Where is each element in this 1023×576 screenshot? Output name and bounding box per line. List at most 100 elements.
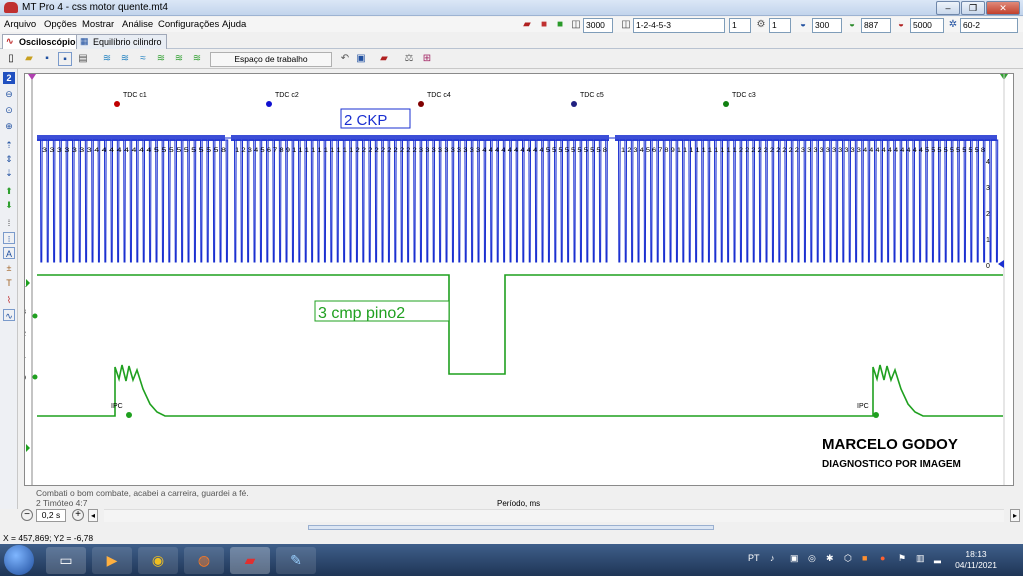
menu-mostrar[interactable]: Mostrar [82, 19, 114, 30]
title-bar: MT Pro 4 - css motor quente.mt4 – ❐ ✕ [0, 0, 1023, 16]
mtpro-taskbar-icon[interactable]: ▰ [230, 547, 270, 574]
timebase-field[interactable]: 0,2 s [36, 509, 66, 522]
left-tick: 1 [25, 353, 26, 360]
horizontal-scrollbar[interactable] [104, 509, 1004, 522]
ipc-dot-1[interactable] [126, 412, 132, 418]
arrows-down-icon[interactable]: ⇣ [3, 167, 15, 179]
waveform-plot[interactable]: TDC c1 TDC c2 TDC c4 TDC c5 TDC c3 2 CKP… [25, 74, 1013, 485]
new-file-icon[interactable]: ▯ [4, 52, 18, 66]
value-300-input[interactable]: 300 [812, 18, 842, 33]
language-indicator[interactable]: PT [748, 553, 760, 563]
wave-tool-2-icon[interactable]: ≋ [118, 52, 132, 66]
move-down-icon[interactable]: ⬇ [3, 199, 15, 211]
flag-icon[interactable]: ⚑ [898, 553, 906, 564]
zoom-out-time-icon[interactable]: − [21, 509, 33, 521]
media-player-icon[interactable]: ▶ [92, 547, 132, 574]
ipc-dot-2[interactable] [873, 412, 879, 418]
math-icon[interactable]: ± [3, 262, 15, 274]
undo-icon[interactable]: ↶ [338, 52, 352, 66]
scroll-right-icon[interactable]: ▸ [1010, 509, 1020, 522]
close-button[interactable]: ✕ [986, 1, 1020, 15]
oscilloscope-screen[interactable]: TDC c1 TDC c2 TDC c4 TDC c5 TDC c3 2 CKP… [24, 73, 1014, 486]
value-887-input[interactable]: 887 [861, 18, 891, 33]
firing-order-select[interactable]: 1-2-4-5-3 [633, 18, 725, 33]
menu-configuracoes[interactable]: Configurações [158, 19, 219, 30]
ch3-level-dot[interactable] [32, 313, 38, 319]
ch3-zero-dot[interactable] [32, 374, 38, 380]
network-icon[interactable]: ▥ [916, 553, 925, 564]
wave-tool-4-icon[interactable]: ≋ [154, 52, 168, 66]
menu-ajuda[interactable]: Ajuda [222, 19, 246, 30]
text-icon[interactable]: T [3, 277, 15, 289]
zoom-in-time-icon[interactable]: + [72, 509, 84, 521]
tray-app-icon-6[interactable]: ● [880, 553, 885, 563]
tab-label: Equilíbrio cilindro [93, 37, 162, 47]
left-tick: 4 [25, 283, 26, 290]
zoom-in-icon[interactable]: ⊕ [3, 120, 15, 132]
car-tool-icon[interactable]: ▰ [377, 52, 391, 66]
volume-icon[interactable]: ♪ [770, 553, 775, 563]
scroll-left-icon[interactable]: ◂ [88, 509, 98, 522]
tdc-label-c2: TDC c2 [275, 92, 299, 99]
menu-opcoes[interactable]: Opções [44, 19, 77, 30]
paint-icon[interactable]: ✎ [276, 547, 316, 574]
division-input[interactable]: 1 [769, 18, 791, 33]
lock-green-icon[interactable]: ■ [553, 18, 567, 32]
tray-app-icon-5[interactable]: ■ [862, 553, 867, 563]
tray-app-icon-4[interactable]: ⬡ [844, 553, 852, 564]
firefox-icon[interactable]: ◍ [184, 547, 224, 574]
zoom-out-icon[interactable]: ⊖ [3, 88, 15, 100]
explorer-icon[interactable]: ▭ [46, 547, 86, 574]
tray-app-icon-3[interactable]: ✱ [826, 553, 834, 564]
chart-icon[interactable]: ⌇ [3, 294, 15, 306]
maximize-button[interactable]: ❐ [961, 1, 985, 15]
save-icon[interactable]: ▪ [40, 52, 54, 66]
menu-analise[interactable]: Análise [122, 19, 153, 30]
tab-equilibrio-cilindro[interactable]: ▦ Equilíbrio cilindro [76, 34, 167, 49]
car-icon[interactable]: ▰ [520, 18, 534, 32]
tdc-dot-c3 [723, 101, 729, 107]
arrows-up-icon[interactable]: ⇡ [3, 139, 15, 151]
cylinder-input[interactable]: 1 [729, 18, 751, 33]
clock[interactable]: 18:13 04/11/2021 [955, 549, 997, 571]
value-5000-input[interactable]: 5000 [910, 18, 944, 33]
grid-icon[interactable]: ⊞ [420, 52, 434, 66]
move-up-icon[interactable]: ⬆ [3, 185, 15, 197]
print-icon[interactable]: ▤ [76, 52, 90, 66]
marker-icon[interactable]: ⁝ [3, 232, 15, 244]
tray-app-icon-1[interactable]: ▣ [790, 553, 799, 564]
teeth-select[interactable]: 60-2 [960, 18, 1018, 33]
zoom-fit-icon[interactable]: ⊙ [3, 104, 15, 116]
start-button[interactable] [4, 545, 34, 575]
overview-scrollbar-thumb[interactable] [308, 525, 714, 530]
right-tick: 0 [986, 263, 990, 270]
scale-icon[interactable]: ⚖ [402, 52, 416, 66]
wave-tool-5-icon[interactable]: ≋ [172, 52, 186, 66]
bottom-toolbar: − 0,2 s + ◂ ▸ [18, 509, 1023, 523]
rpm-input[interactable]: 3000 [583, 18, 613, 33]
ch3-label: 3 cmp pino2 [318, 305, 405, 322]
minimize-button[interactable]: – [936, 1, 960, 15]
wave-view-icon[interactable]: ∿ [3, 309, 15, 321]
wave-tool-1-icon[interactable]: ≋ [100, 52, 114, 66]
balance-icon: ▦ [80, 36, 89, 46]
tab-osciloscopio[interactable]: ∿ Osciloscópio [2, 34, 81, 49]
chrome-icon[interactable]: ◉ [138, 547, 178, 574]
workspace-dropdown[interactable]: Espaço de trabalho [210, 52, 332, 67]
wave-tool-6-icon[interactable]: ≋ [190, 52, 204, 66]
save-as-icon[interactable]: ▪ [58, 52, 72, 66]
channel-number-badge[interactable]: 2 [3, 72, 15, 84]
trigger-marker-left[interactable] [28, 74, 36, 80]
ak-icon[interactable]: A [3, 247, 15, 259]
wave-tool-3-icon[interactable]: ≈ [136, 52, 150, 66]
tray-app-icon-2[interactable]: ◎ [808, 553, 816, 564]
menu-arquivo[interactable]: Arquivo [4, 19, 36, 30]
cursor-icon[interactable]: ⁞ [3, 217, 15, 229]
signal-icon[interactable]: ▂ [934, 553, 941, 564]
export-icon[interactable]: ▣ [354, 52, 368, 66]
arrows-updown-icon[interactable]: ⇕ [3, 153, 15, 165]
lock-red-icon[interactable]: ■ [537, 18, 551, 32]
open-folder-icon[interactable]: ▰ [22, 52, 36, 66]
ch2-zero-marker[interactable] [998, 260, 1004, 268]
tab-bar: ∿ Osciloscópio ▦ Equilíbrio cilindro [0, 33, 1023, 49]
